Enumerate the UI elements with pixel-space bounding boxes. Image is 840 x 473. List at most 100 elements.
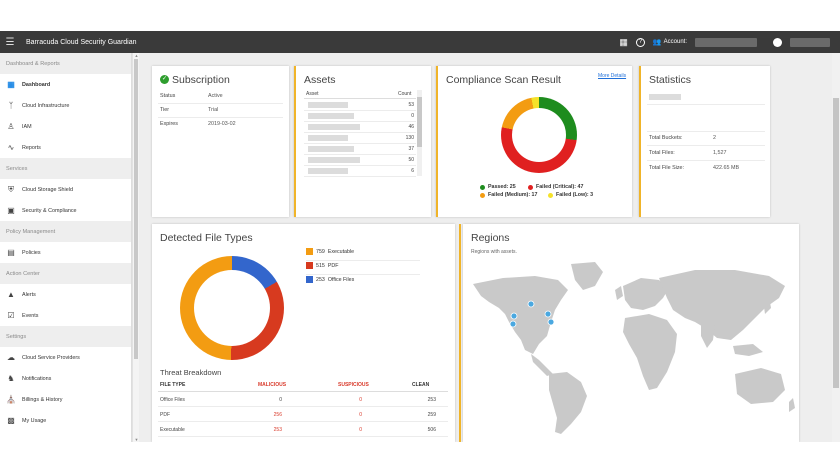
threat-table-cell: 506 <box>427 427 436 433</box>
threat-breakdown-title: Threat Breakdown <box>160 368 222 377</box>
asset-count: 0 <box>411 113 414 119</box>
sidebar-item-events[interactable]: ☑ Events <box>0 305 131 326</box>
sidebar-item-iam[interactable]: ♙ IAM <box>0 116 131 137</box>
sidebar-scrollbar[interactable]: ▲ ▼ <box>132 53 139 442</box>
subscription-row: Status Active <box>160 93 223 99</box>
asset-row[interactable]: 0 <box>304 111 416 122</box>
sidebar-item-label: Reports <box>22 144 41 151</box>
threat-table-cell: PDF <box>160 412 170 418</box>
sidebar-item-label: My Usage <box>22 417 47 424</box>
threat-table-header: SUSPICIOUS <box>338 382 369 388</box>
sidebar-item-policies[interactable]: ▤ Policies <box>0 242 131 263</box>
sidebar-item-dashboard[interactable]: ▦ Dashboard <box>0 74 131 95</box>
account-label: Account: <box>663 39 687 45</box>
account-name[interactable] <box>695 37 757 47</box>
legend-passed: Passed: 25 <box>480 184 516 190</box>
people-icon: ♙ <box>7 122 15 131</box>
asset-count: 6 <box>411 168 414 174</box>
more-details-link[interactable]: More Details <box>598 73 626 79</box>
help-icon[interactable]: ? <box>635 37 645 47</box>
sidebar-item-billings-history[interactable]: ⛪ Billings & History <box>0 389 131 410</box>
legend-office-files: 253 Office Files <box>306 276 354 283</box>
compliance-title: Compliance Scan Result <box>446 74 561 86</box>
sidebar-item-label: Security & Compliance <box>22 207 77 214</box>
trend-icon: ∿ <box>7 143 15 152</box>
asset-row[interactable]: 6 <box>304 166 416 177</box>
asset-name <box>308 102 348 108</box>
usage-icon: ▩ <box>7 416 15 425</box>
threat-table-header: MALICIOUS <box>258 382 287 388</box>
sidebar-scroll-thumb[interactable] <box>134 59 138 359</box>
world-map <box>473 262 795 434</box>
asset-name <box>308 135 348 141</box>
statistics-account-name <box>649 94 681 100</box>
sidebar-item-notifications[interactable]: ♞ Notifications <box>0 368 131 389</box>
main-scrollbar[interactable] <box>832 53 840 442</box>
sidebar-item-label: Policies <box>22 249 41 256</box>
sidebar-item-alerts[interactable]: ▲ Alerts <box>0 284 131 305</box>
threat-table-cell: 253 <box>427 397 436 403</box>
threat-table-cell: 0 <box>279 397 282 403</box>
section-header-action-center: Action Center <box>0 263 131 284</box>
regions-card: Regions Regions with assets. <box>463 224 799 442</box>
statistics-row: Total File Size: 422.65 MB <box>649 165 740 171</box>
assets-title: Assets <box>304 74 336 86</box>
compliance-donut-chart <box>501 97 577 173</box>
chat-icon[interactable]: ▦ <box>619 37 628 48</box>
subscription-card: ✓ Subscription Status Active Tier Trial Ex… <box>152 66 289 217</box>
asset-count: 53 <box>408 102 414 108</box>
sidebar-item-label: Billings & History <box>22 396 63 403</box>
asset-row[interactable]: 53 <box>304 100 416 111</box>
statistics-card: Statistics Total Buckets: 2 Total Files: 1… <box>639 66 770 217</box>
sidebar-item-security-compliance[interactable]: ▣ Security & Compliance <box>0 200 131 221</box>
main-scroll-thumb[interactable] <box>833 98 839 388</box>
checkbox-icon: ☑ <box>7 311 15 320</box>
bank-icon: ⛪ <box>6 395 16 404</box>
asset-row[interactable]: 50 <box>304 155 416 166</box>
warning-icon: ▲ <box>7 290 15 299</box>
shield-icon: ⛨ <box>8 184 14 194</box>
hierarchy-icon: ᛉ <box>8 101 14 110</box>
statistics-title: Statistics <box>649 74 692 86</box>
user-icon[interactable] <box>773 37 782 47</box>
regions-title: Regions <box>471 232 510 244</box>
asset-row[interactable]: 37 <box>304 144 416 155</box>
region-marker <box>544 310 552 318</box>
asset-name <box>308 146 354 152</box>
threat-table-cell: 259 <box>427 412 436 418</box>
sidebar-item-cloud-storage-shield[interactable]: ⛨ Cloud Storage Shield <box>0 179 131 200</box>
sidebar-item-my-usage[interactable]: ▩ My Usage <box>0 410 131 431</box>
dashboard-icon: ▦ <box>7 80 15 89</box>
asset-row[interactable]: 46 <box>304 122 416 133</box>
asset-row[interactable]: 130 <box>304 133 416 144</box>
menu-icon[interactable]: ☰ <box>0 37 20 48</box>
subscription-row: Expires 2019-03-02 <box>160 121 236 127</box>
regions-subtitle: Regions with assets. <box>471 249 517 255</box>
scroll-down-arrow-icon[interactable]: ▼ <box>133 437 140 442</box>
sidebar-item-label: Cloud Service Providers <box>22 354 80 361</box>
sidebar-item-label: Notifications <box>22 375 52 382</box>
sidebar-item-reports[interactable]: ∿ Reports <box>0 137 131 158</box>
sidebar-item-label: IAM <box>22 123 32 130</box>
sidebar-item-cloud-service-providers[interactable]: ☁ Cloud Service Providers <box>0 347 131 368</box>
threat-table-cell: 253 <box>273 427 282 433</box>
assets-col-asset: Asset <box>306 91 319 97</box>
asset-name <box>308 168 348 174</box>
file-types-donut-chart <box>180 256 284 360</box>
top-bar: ☰ Barracuda Cloud Security Guardian ▦ ? … <box>0 31 840 53</box>
user-name[interactable] <box>790 37 830 47</box>
legend-executable: 759 Executable <box>306 248 354 255</box>
app-frame: ☰ Barracuda Cloud Security Guardian ▦ ? … <box>0 31 840 442</box>
threat-table-cell: Office Files <box>160 397 185 403</box>
assets-col-count: Count <box>398 91 412 97</box>
asset-count: 37 <box>408 146 414 152</box>
assets-scrollbar[interactable] <box>417 90 422 176</box>
sidebar-item-cloud-infrastructure[interactable]: ᛉ Cloud Infrastructure <box>0 95 131 116</box>
asset-name <box>308 157 360 163</box>
scroll-up-arrow-icon[interactable]: ▲ <box>133 53 140 58</box>
region-marker <box>509 320 517 328</box>
threat-table-cell: Executable <box>160 427 185 433</box>
section-header-policy-management: Policy Management <box>0 221 131 242</box>
assets-card: Assets Asset Count 53 0 46 130 37 50 6 <box>294 66 431 217</box>
asset-count: 130 <box>405 135 414 141</box>
